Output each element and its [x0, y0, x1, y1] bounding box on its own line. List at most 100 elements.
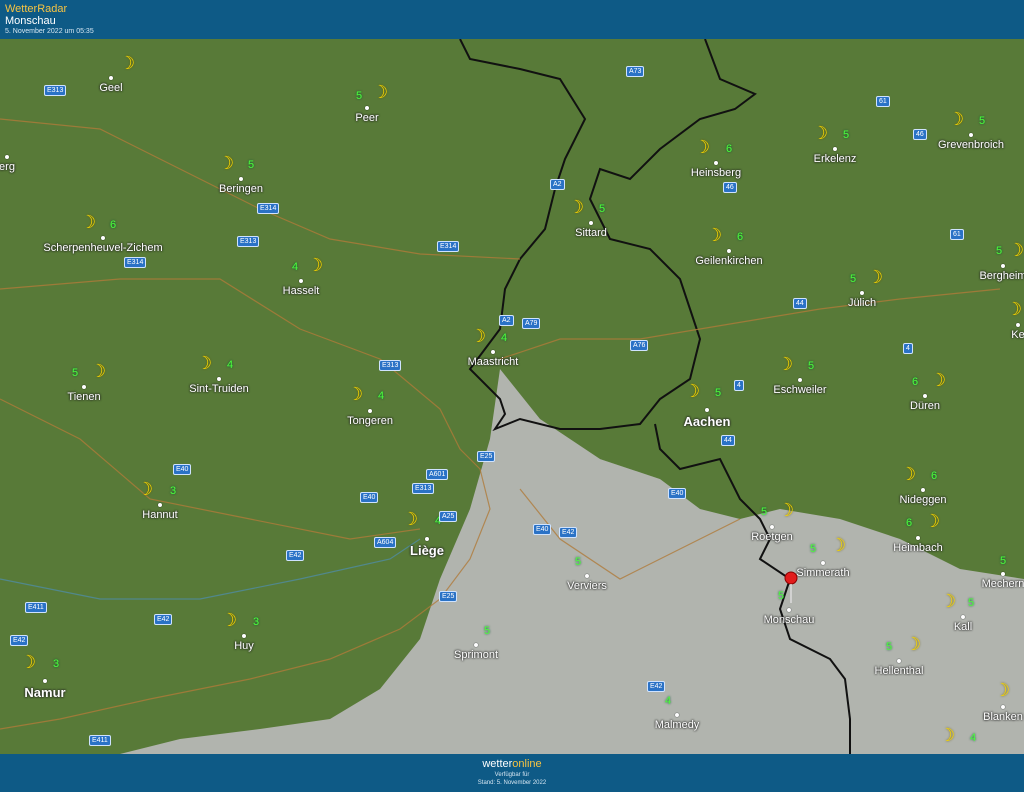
city-label[interactable]: Maastricht [468, 356, 519, 368]
moon-icon: ☽ [90, 361, 107, 381]
city-label[interactable]: Liège [410, 543, 444, 558]
road-shield: 4 [734, 380, 744, 391]
city-dot [491, 350, 495, 354]
city-dot [474, 643, 478, 647]
temperature-value: 5 [996, 245, 1003, 257]
road-shield: A604 [374, 537, 397, 548]
moon-icon: ☽ [80, 212, 97, 232]
city-label[interactable]: Huy [234, 640, 254, 652]
temperature-value: 5 [979, 115, 986, 127]
road-shield: E42 [286, 550, 305, 561]
city-label[interactable]: Nideggen [899, 494, 946, 506]
road-shield: E313 [379, 360, 402, 371]
temperature-value: 3 [53, 658, 60, 670]
city-label[interactable]: Bergheim [979, 270, 1024, 282]
available-for-text: Verfügbar für [494, 772, 530, 778]
city-dot [589, 221, 593, 225]
city-label[interactable]: Düren [910, 400, 940, 412]
road-shield: A601 [426, 469, 449, 480]
road-shield: E313 [237, 236, 260, 247]
road-shield: 61 [950, 229, 964, 240]
city-label[interactable]: Jülich [848, 297, 876, 309]
city-label[interactable]: Geilenkirchen [695, 255, 762, 267]
moon-icon: ☽ [924, 511, 941, 531]
city-label[interactable]: Sprimont [454, 649, 498, 661]
road-shield: 44 [793, 298, 807, 309]
road-shield: E313 [412, 483, 435, 494]
city-label[interactable]: Heinsberg [691, 167, 741, 179]
moon-icon: ☽ [778, 500, 795, 520]
city-label[interactable]: Blanken [983, 711, 1023, 723]
city-label[interactable]: Sint-Truiden [189, 383, 249, 395]
road-shield: E314 [437, 241, 460, 252]
city-dot [239, 177, 243, 181]
city-dot [109, 76, 113, 80]
city-label[interactable]: Simmerath [796, 567, 849, 579]
temperature-value: 6 [737, 231, 744, 243]
city-label[interactable]: Erkelenz [814, 153, 857, 165]
city-label[interactable]: Heimbach [893, 542, 943, 554]
city-label[interactable]: Sittard [575, 227, 607, 239]
city-dot [368, 409, 372, 413]
road-shield: E411 [89, 735, 111, 746]
road-shield: A73 [626, 66, 645, 77]
city-label[interactable]: Aachen [684, 414, 731, 429]
city-dot [675, 713, 679, 717]
radar-map[interactable]: Geel ☽ Peer ☽ 5 erg Beringen ☽ 5 Scherpenheuvel-Z… [0, 39, 1024, 754]
city-label[interactable]: Tongeren [347, 415, 393, 427]
city-dot [798, 378, 802, 382]
city-dot [821, 561, 825, 565]
city-dot [923, 394, 927, 398]
city-dot [5, 155, 9, 159]
moon-icon: ☽ [1006, 299, 1023, 319]
city-label[interactable]: Malmedy [655, 719, 700, 731]
city-label[interactable]: Eschweiler [773, 384, 826, 396]
road-shield: A2 [550, 179, 565, 190]
road-shield: E42 [154, 614, 173, 625]
city-label[interactable]: Verviers [567, 580, 607, 592]
moon-icon: ☽ [940, 591, 957, 611]
city-dot [242, 634, 246, 638]
temperature-value: 6 [906, 517, 913, 529]
temperature-value: 4 [665, 695, 672, 707]
city-label[interactable]: Kall [954, 621, 972, 633]
road-shield: E40 [668, 488, 687, 499]
city-label[interactable]: Grevenbroich [938, 139, 1004, 151]
city-label[interactable]: Tienen [67, 391, 100, 403]
road-shield: A76 [630, 340, 649, 351]
city-dot [969, 133, 973, 137]
app-footer: wetteronline Verfügbar für Stand: 5. Nov… [0, 754, 1024, 792]
road-shield: E42 [559, 527, 578, 538]
app-header: WetterRadar Monschau 5. November 2022 um… [0, 0, 1024, 39]
city-label[interactable]: Scherpenheuvel-Zichem [43, 242, 162, 254]
road-shield: A2 [499, 315, 514, 326]
moon-icon: ☽ [372, 82, 389, 102]
temperature-value: 5 [850, 273, 857, 285]
city-dot [714, 161, 718, 165]
city-label[interactable]: Mechern [982, 578, 1024, 590]
moon-icon: ☽ [994, 680, 1011, 700]
road-shield: A25 [439, 511, 458, 522]
city-label[interactable]: Hellenthal [875, 665, 924, 677]
city-label[interactable]: Monschau [764, 614, 815, 626]
road-shield: E411 [25, 602, 47, 613]
city-label[interactable]: Geel [99, 82, 122, 94]
temperature-value: 3 [253, 616, 260, 628]
city-label[interactable]: Hasselt [283, 285, 320, 297]
moon-icon: ☽ [905, 634, 922, 654]
temperature-value: 5 [968, 597, 975, 609]
city-dot [43, 679, 47, 683]
city-label[interactable]: Peer [355, 112, 378, 124]
city-label[interactable]: Hannut [142, 509, 177, 521]
moon-icon: ☽ [568, 197, 585, 217]
moon-icon: ☽ [470, 326, 487, 346]
city-dot [1001, 705, 1005, 709]
city-label[interactable]: Beringen [219, 183, 263, 195]
city-label[interactable]: erg [0, 161, 15, 173]
city-dot [1001, 264, 1005, 268]
temperature-value: 5 [575, 556, 582, 568]
city-label[interactable]: Namur [24, 685, 65, 700]
city-label[interactable]: Ke [1011, 329, 1024, 341]
city-dot [787, 608, 791, 612]
city-label[interactable]: Roetgen [751, 531, 793, 543]
